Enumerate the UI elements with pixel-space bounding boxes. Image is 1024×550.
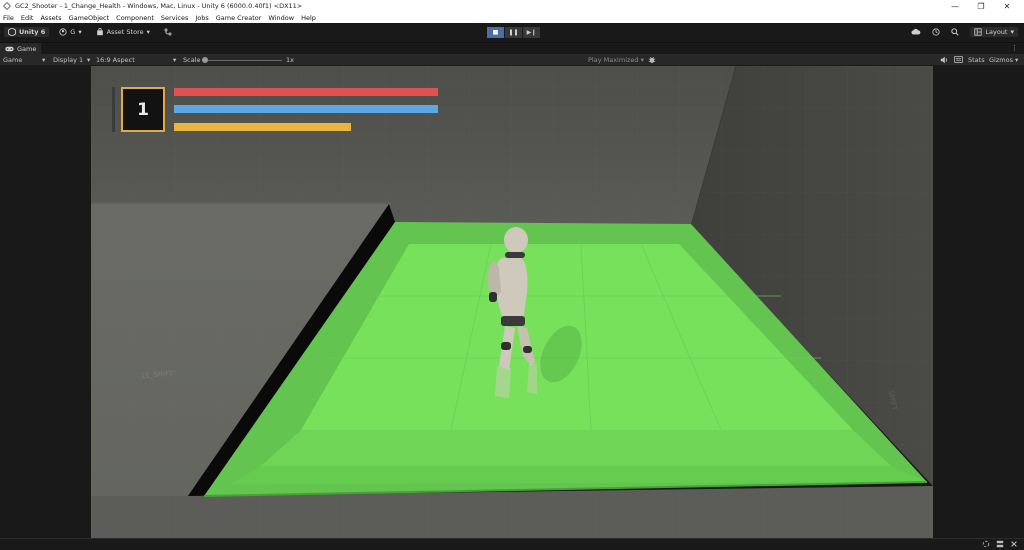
energy-bar xyxy=(174,123,351,131)
game-viewport[interactable]: 11_SHIFT SHIFT 1 xyxy=(91,66,933,538)
menu-bar: File Edit Assets GameObject Component Se… xyxy=(0,12,1024,23)
asset-store-label: Asset Store xyxy=(106,28,144,36)
hud-side-bar xyxy=(112,87,115,132)
chevron-down-icon: ▾ xyxy=(42,56,46,64)
menu-assets[interactable]: Assets xyxy=(40,14,61,22)
ammo-counter: 1 xyxy=(121,87,165,132)
ammo-count: 1 xyxy=(137,99,149,120)
unity-app-icon xyxy=(3,2,11,10)
debug-mode-icon[interactable] xyxy=(1010,540,1018,548)
history-icon[interactable] xyxy=(932,28,940,36)
store-bag-icon xyxy=(96,28,103,36)
tab-game-label: Game xyxy=(17,44,37,53)
minimize-button[interactable]: — xyxy=(942,2,968,11)
chevron-down-icon: ▾ xyxy=(173,56,177,64)
stop-button[interactable]: ■ xyxy=(487,27,504,38)
playmode-controls: ■ ❚❚ ▶❙ xyxy=(487,27,540,38)
health-bar xyxy=(174,88,438,96)
tab-options-icon[interactable]: ⋮ xyxy=(1011,44,1018,52)
menu-help[interactable]: Help xyxy=(301,14,316,22)
window-title: GC2_Shooter - 1_Change_Health - Windows,… xyxy=(15,2,303,10)
chevron-down-icon: ▾ xyxy=(1010,28,1014,36)
arena-front-step xyxy=(261,430,891,466)
play-mode-dropdown[interactable]: Play Maximized ▾ xyxy=(588,56,644,64)
version-control-button[interactable] xyxy=(160,27,176,37)
menu-window[interactable]: Window xyxy=(268,14,294,22)
menu-game-creator[interactable]: Game Creator xyxy=(216,14,262,22)
progress-spinner-icon[interactable] xyxy=(982,540,990,548)
cloud-icon[interactable] xyxy=(911,28,921,36)
window-controls: — ❐ ✕ xyxy=(942,0,1020,12)
account-dropdown[interactable]: G ▾ xyxy=(55,27,85,37)
scale-label: Scale xyxy=(183,56,201,64)
game-mode-dropdown[interactable]: Game xyxy=(3,56,22,64)
stamina-bar xyxy=(174,105,438,113)
aspect-label: 16:9 Aspect xyxy=(96,56,135,64)
close-button[interactable]: ✕ xyxy=(994,2,1020,11)
search-icon[interactable] xyxy=(951,28,959,36)
scale-slider-handle[interactable] xyxy=(202,57,208,63)
version-control-icon xyxy=(164,28,172,36)
main-toolbar: Unity 6 G ▾ Asset Store ▾ ■ ❚❚ ▶❙ Layout… xyxy=(0,23,1024,42)
unity-version-button[interactable]: Unity 6 xyxy=(4,27,50,37)
play-mode-label: Play Maximized xyxy=(588,56,639,64)
menu-edit[interactable]: Edit xyxy=(21,14,34,22)
menu-jobs[interactable]: Jobs xyxy=(195,14,208,22)
unity-label: Unity 6 xyxy=(19,28,46,36)
asset-store-dropdown[interactable]: Asset Store ▾ xyxy=(92,27,154,37)
scale-value: 1x xyxy=(286,56,294,64)
chevron-down-icon: ▾ xyxy=(146,28,150,36)
account-label: G xyxy=(70,28,76,36)
game-scene: 11_SHIFT SHIFT xyxy=(91,66,933,538)
account-icon xyxy=(59,28,67,36)
gizmos-dropdown[interactable]: Gizmos ▾ xyxy=(989,56,1018,64)
tab-game[interactable]: Game xyxy=(0,42,42,55)
unity-logo-icon xyxy=(8,28,16,36)
stats-label: Stats xyxy=(968,56,985,64)
aspect-dropdown[interactable]: 16:9 Aspect xyxy=(96,56,135,64)
chevron-down-icon: ▾ xyxy=(78,28,82,36)
menu-gameobject[interactable]: GameObject xyxy=(69,14,110,22)
layout-icon xyxy=(974,28,982,36)
gamepad-icon xyxy=(5,46,14,51)
editor-tabbar: Game ⋮ xyxy=(0,42,1024,55)
stats-button[interactable]: Stats xyxy=(968,56,985,64)
chevron-down-icon: ▾ xyxy=(87,56,91,64)
layout-dropdown[interactable]: Layout ▾ xyxy=(970,27,1018,37)
status-bar xyxy=(0,538,1024,550)
bug-icon[interactable] xyxy=(648,56,656,66)
game-view-toolbar: Game ▾ Display 1 ▾ 16:9 Aspect ▾ Scale 1… xyxy=(0,54,1024,66)
pause-button[interactable]: ❚❚ xyxy=(505,27,522,38)
layout-label: Layout xyxy=(985,28,1008,36)
menu-component[interactable]: Component xyxy=(116,14,154,22)
step-button[interactable]: ▶❙ xyxy=(523,27,540,38)
audio-mute-icon[interactable] xyxy=(940,56,948,66)
scale-slider-track[interactable] xyxy=(204,60,282,61)
window-titlebar: GC2_Shooter - 1_Change_Health - Windows,… xyxy=(0,0,1024,12)
display-label: Display 1 xyxy=(53,56,84,64)
menu-file[interactable]: File xyxy=(3,14,14,22)
game-mode-label: Game xyxy=(3,56,23,64)
display-dropdown[interactable]: Display 1 xyxy=(53,56,83,64)
keyboard-shortcuts-icon[interactable] xyxy=(954,56,963,65)
menu-services[interactable]: Services xyxy=(161,14,188,22)
gizmos-label: Gizmos xyxy=(989,56,1013,64)
maximize-button[interactable]: ❐ xyxy=(968,2,994,11)
cache-server-icon[interactable] xyxy=(996,540,1004,548)
